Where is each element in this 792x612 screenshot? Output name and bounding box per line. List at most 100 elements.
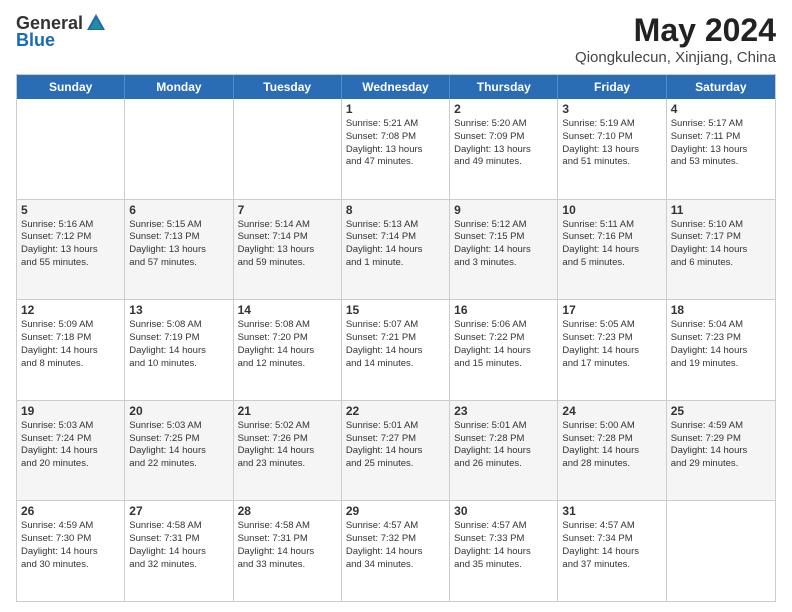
title-block: May 2024 Qiongkulecun, Xinjiang, China bbox=[575, 12, 776, 66]
cal-header-wednesday: Wednesday bbox=[342, 75, 450, 99]
cell-line-3: Daylight: 14 hours bbox=[562, 546, 661, 559]
cell-line-1: Sunrise: 5:05 AM bbox=[562, 319, 661, 332]
cell-line-2: Sunset: 7:10 PM bbox=[562, 131, 661, 144]
cell-line-3: Daylight: 13 hours bbox=[21, 244, 120, 257]
cell-line-3: Daylight: 13 hours bbox=[238, 244, 337, 257]
cell-line-3: Daylight: 14 hours bbox=[562, 445, 661, 458]
cell-line-4: and 51 minutes. bbox=[562, 156, 661, 169]
calendar-header-row: SundayMondayTuesdayWednesdayThursdayFrid… bbox=[17, 75, 775, 99]
cell-line-4: and 33 minutes. bbox=[238, 559, 337, 572]
cal-cell-3-7: 18Sunrise: 5:04 AMSunset: 7:23 PMDayligh… bbox=[667, 300, 775, 400]
logo-blue-text: Blue bbox=[16, 30, 55, 51]
day-number: 22 bbox=[346, 404, 445, 418]
day-number: 7 bbox=[238, 203, 337, 217]
cell-line-4: and 8 minutes. bbox=[21, 358, 120, 371]
cell-line-1: Sunrise: 5:04 AM bbox=[671, 319, 771, 332]
cell-line-1: Sunrise: 5:10 AM bbox=[671, 219, 771, 232]
cal-cell-4-1: 19Sunrise: 5:03 AMSunset: 7:24 PMDayligh… bbox=[17, 401, 125, 501]
day-number: 17 bbox=[562, 303, 661, 317]
day-number: 29 bbox=[346, 504, 445, 518]
cal-cell-3-2: 13Sunrise: 5:08 AMSunset: 7:19 PMDayligh… bbox=[125, 300, 233, 400]
cell-line-4: and 30 minutes. bbox=[21, 559, 120, 572]
cal-cell-1-1 bbox=[17, 99, 125, 199]
cell-line-3: Daylight: 14 hours bbox=[129, 445, 228, 458]
cell-line-2: Sunset: 7:22 PM bbox=[454, 332, 553, 345]
cell-line-1: Sunrise: 5:09 AM bbox=[21, 319, 120, 332]
cell-line-4: and 25 minutes. bbox=[346, 458, 445, 471]
cell-line-4: and 6 minutes. bbox=[671, 257, 771, 270]
cell-line-1: Sunrise: 4:57 AM bbox=[454, 520, 553, 533]
cell-line-2: Sunset: 7:11 PM bbox=[671, 131, 771, 144]
cal-cell-4-6: 24Sunrise: 5:00 AMSunset: 7:28 PMDayligh… bbox=[558, 401, 666, 501]
cal-header-thursday: Thursday bbox=[450, 75, 558, 99]
cell-line-4: and 26 minutes. bbox=[454, 458, 553, 471]
cell-line-2: Sunset: 7:23 PM bbox=[671, 332, 771, 345]
cell-line-4: and 5 minutes. bbox=[562, 257, 661, 270]
cell-line-3: Daylight: 14 hours bbox=[238, 445, 337, 458]
cell-line-1: Sunrise: 5:03 AM bbox=[129, 420, 228, 433]
cell-line-1: Sunrise: 5:16 AM bbox=[21, 219, 120, 232]
cal-cell-4-7: 25Sunrise: 4:59 AMSunset: 7:29 PMDayligh… bbox=[667, 401, 775, 501]
cal-cell-4-5: 23Sunrise: 5:01 AMSunset: 7:28 PMDayligh… bbox=[450, 401, 558, 501]
cell-line-1: Sunrise: 5:12 AM bbox=[454, 219, 553, 232]
cell-line-4: and 1 minute. bbox=[346, 257, 445, 270]
cell-line-3: Daylight: 14 hours bbox=[346, 445, 445, 458]
cell-line-3: Daylight: 13 hours bbox=[129, 244, 228, 257]
day-number: 28 bbox=[238, 504, 337, 518]
subtitle: Qiongkulecun, Xinjiang, China bbox=[575, 49, 776, 66]
cell-line-4: and 3 minutes. bbox=[454, 257, 553, 270]
cell-line-4: and 34 minutes. bbox=[346, 559, 445, 572]
cell-line-4: and 35 minutes. bbox=[454, 559, 553, 572]
cell-line-3: Daylight: 14 hours bbox=[454, 445, 553, 458]
day-number: 21 bbox=[238, 404, 337, 418]
cell-line-2: Sunset: 7:19 PM bbox=[129, 332, 228, 345]
day-number: 5 bbox=[21, 203, 120, 217]
cell-line-3: Daylight: 14 hours bbox=[238, 546, 337, 559]
cell-line-3: Daylight: 14 hours bbox=[454, 345, 553, 358]
cell-line-1: Sunrise: 5:02 AM bbox=[238, 420, 337, 433]
cal-cell-5-1: 26Sunrise: 4:59 AMSunset: 7:30 PMDayligh… bbox=[17, 501, 125, 601]
day-number: 26 bbox=[21, 504, 120, 518]
cell-line-3: Daylight: 14 hours bbox=[238, 345, 337, 358]
logo: General Blue bbox=[16, 12, 107, 51]
cell-line-2: Sunset: 7:12 PM bbox=[21, 231, 120, 244]
cell-line-3: Daylight: 14 hours bbox=[129, 546, 228, 559]
cell-line-3: Daylight: 14 hours bbox=[21, 445, 120, 458]
cell-line-4: and 28 minutes. bbox=[562, 458, 661, 471]
cell-line-1: Sunrise: 5:17 AM bbox=[671, 118, 771, 131]
cell-line-2: Sunset: 7:28 PM bbox=[562, 433, 661, 446]
cell-line-3: Daylight: 14 hours bbox=[346, 546, 445, 559]
cal-cell-3-1: 12Sunrise: 5:09 AMSunset: 7:18 PMDayligh… bbox=[17, 300, 125, 400]
cal-cell-5-2: 27Sunrise: 4:58 AMSunset: 7:31 PMDayligh… bbox=[125, 501, 233, 601]
calendar-row-5: 26Sunrise: 4:59 AMSunset: 7:30 PMDayligh… bbox=[17, 501, 775, 601]
cal-cell-4-3: 21Sunrise: 5:02 AMSunset: 7:26 PMDayligh… bbox=[234, 401, 342, 501]
cell-line-4: and 55 minutes. bbox=[21, 257, 120, 270]
day-number: 6 bbox=[129, 203, 228, 217]
cal-cell-5-4: 29Sunrise: 4:57 AMSunset: 7:32 PMDayligh… bbox=[342, 501, 450, 601]
cell-line-4: and 23 minutes. bbox=[238, 458, 337, 471]
cal-cell-3-3: 14Sunrise: 5:08 AMSunset: 7:20 PMDayligh… bbox=[234, 300, 342, 400]
day-number: 3 bbox=[562, 102, 661, 116]
day-number: 27 bbox=[129, 504, 228, 518]
cell-line-1: Sunrise: 5:08 AM bbox=[238, 319, 337, 332]
cell-line-1: Sunrise: 5:20 AM bbox=[454, 118, 553, 131]
cal-cell-2-5: 9Sunrise: 5:12 AMSunset: 7:15 PMDaylight… bbox=[450, 200, 558, 300]
cell-line-2: Sunset: 7:23 PM bbox=[562, 332, 661, 345]
cal-cell-4-4: 22Sunrise: 5:01 AMSunset: 7:27 PMDayligh… bbox=[342, 401, 450, 501]
cell-line-2: Sunset: 7:21 PM bbox=[346, 332, 445, 345]
cell-line-3: Daylight: 14 hours bbox=[454, 244, 553, 257]
cell-line-4: and 19 minutes. bbox=[671, 358, 771, 371]
cal-header-monday: Monday bbox=[125, 75, 233, 99]
cell-line-2: Sunset: 7:15 PM bbox=[454, 231, 553, 244]
cell-line-1: Sunrise: 4:57 AM bbox=[346, 520, 445, 533]
cell-line-1: Sunrise: 4:59 AM bbox=[21, 520, 120, 533]
header: General Blue May 2024 Qiongkulecun, Xinj… bbox=[16, 12, 776, 66]
cell-line-4: and 22 minutes. bbox=[129, 458, 228, 471]
cell-line-4: and 15 minutes. bbox=[454, 358, 553, 371]
day-number: 18 bbox=[671, 303, 771, 317]
calendar-body: 1Sunrise: 5:21 AMSunset: 7:08 PMDaylight… bbox=[17, 99, 775, 601]
cell-line-3: Daylight: 13 hours bbox=[562, 144, 661, 157]
cal-cell-3-5: 16Sunrise: 5:06 AMSunset: 7:22 PMDayligh… bbox=[450, 300, 558, 400]
day-number: 15 bbox=[346, 303, 445, 317]
cell-line-1: Sunrise: 5:01 AM bbox=[454, 420, 553, 433]
